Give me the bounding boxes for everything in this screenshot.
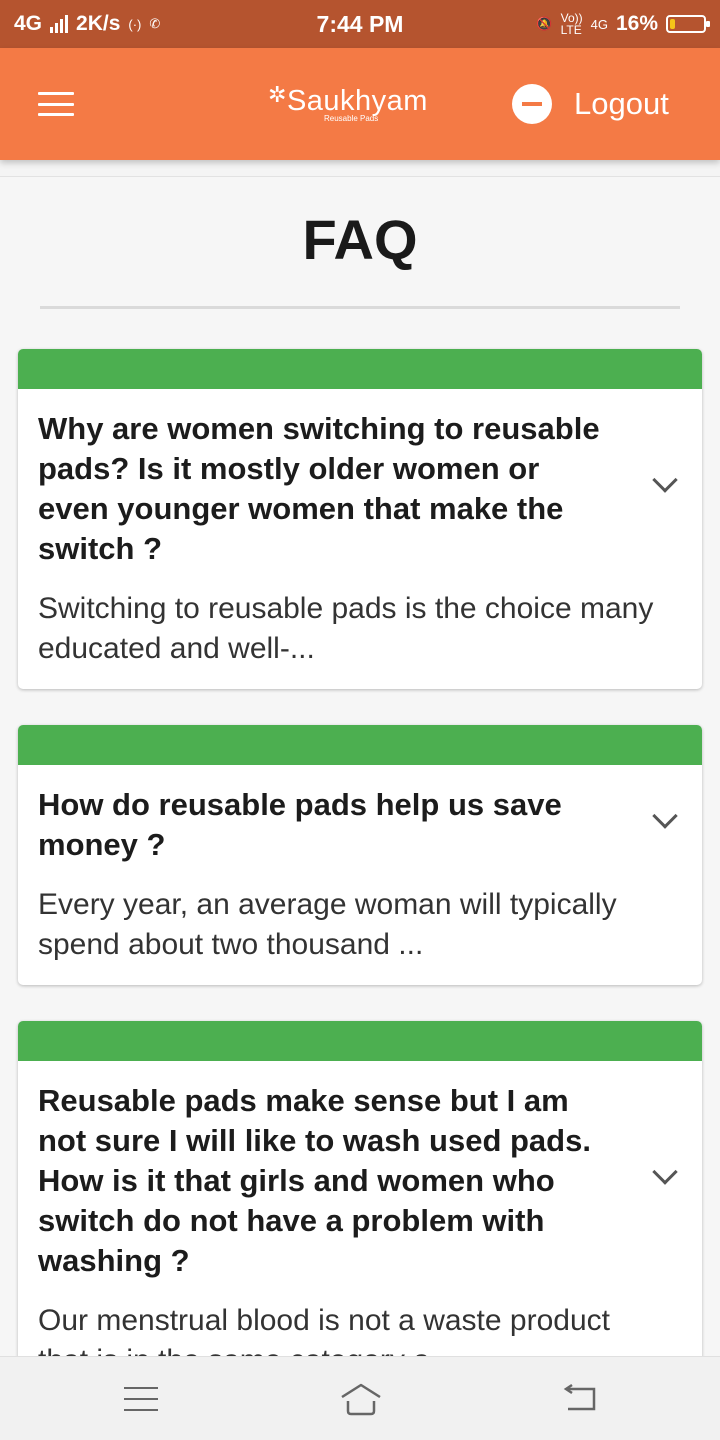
logo-star-icon: ✲	[268, 82, 287, 107]
chevron-down-icon[interactable]	[652, 803, 678, 829]
faq-answer: Every year, an average woman will typica…	[38, 888, 617, 961]
faq-question: Reusable pads make sense but I am not su…	[38, 1083, 591, 1278]
mute-bell-icon: 🔕	[536, 16, 553, 31]
chevron-down-icon[interactable]	[652, 467, 678, 493]
page-title: FAQ	[302, 208, 418, 271]
faq-card[interactable]: How do reusable pads help us save money …	[18, 725, 702, 985]
chevron-down-icon[interactable]	[652, 1159, 678, 1185]
minus-circle-icon	[512, 84, 552, 124]
recent-apps-icon[interactable]	[124, 1387, 158, 1411]
faq-question: Why are women switching to reusable pads…	[38, 411, 600, 566]
faq-answer: Switching to reusable pads is the choice…	[38, 592, 654, 665]
network-speed: 2K/s	[76, 12, 121, 35]
card-accent-bar	[18, 349, 702, 389]
battery-percent: 16%	[615, 12, 658, 35]
home-icon[interactable]	[338, 1379, 384, 1419]
status-bar: 4G 2K/s (·) ✆ 7:44 PM 🔕 Vo)) LTE 4G 16%	[0, 0, 720, 48]
back-icon[interactable]	[562, 1383, 598, 1413]
battery-icon	[666, 15, 710, 33]
logo-subtitle: Reusable Pads	[324, 114, 379, 123]
faq-list[interactable]: FAQ Why are women switching to reusable …	[0, 176, 720, 1356]
menu-icon[interactable]	[38, 92, 74, 116]
faq-card[interactable]: Why are women switching to reusable pads…	[18, 349, 702, 689]
card-accent-bar	[18, 1021, 702, 1061]
battery-fill	[670, 19, 675, 29]
logout-label: Logout	[574, 86, 669, 121]
signal-icon	[50, 15, 69, 33]
whatsapp-icon: ✆	[149, 16, 161, 31]
card-accent-bar	[18, 725, 702, 765]
lte-label: LTE	[560, 23, 582, 37]
network-type: 4G	[14, 12, 43, 35]
app-bar: ✲Saukhyam Reusable Pads Logout	[0, 48, 720, 160]
logo: ✲Saukhyam	[268, 82, 428, 118]
logo-text: Saukhyam	[286, 85, 428, 117]
hotspot-icon: (·)	[128, 16, 142, 32]
net-right: 4G	[590, 16, 608, 32]
system-nav-bar	[0, 1356, 720, 1440]
logout-button[interactable]: Logout	[512, 84, 669, 124]
title-divider	[40, 306, 680, 309]
faq-question: How do reusable pads help us save money …	[38, 787, 562, 862]
faq-card[interactable]: Reusable pads make sense but I am not su…	[18, 1021, 702, 1356]
faq-answer: Our menstrual blood is not a waste produ…	[38, 1304, 610, 1356]
